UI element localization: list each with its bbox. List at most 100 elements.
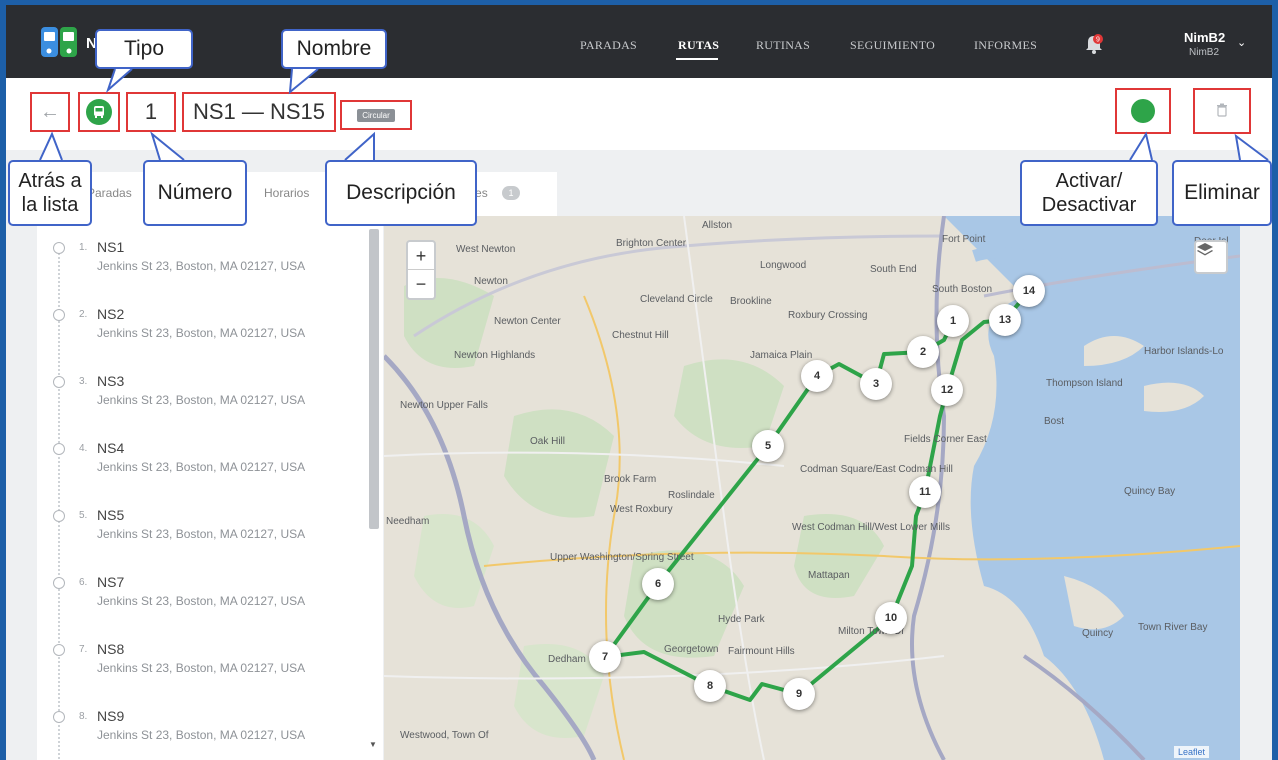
map-label: Town River Bay — [1138, 622, 1208, 633]
stop-address: Jenkins St 23, Boston, MA 02127, USA — [97, 393, 306, 407]
route-stop-marker[interactable]: 8 — [694, 670, 726, 702]
stop-index: 4. — [79, 443, 88, 454]
route-number[interactable]: 1 — [126, 92, 176, 132]
tab-unidades-count: 1 — [502, 186, 520, 200]
route-stop-marker[interactable]: 2 — [907, 336, 939, 368]
stop-circle-icon — [53, 711, 65, 723]
map-label: Longwood — [760, 260, 807, 271]
list-item[interactable]: 5. NS5 Jenkins St 23, Boston, MA 02127, US… — [37, 506, 367, 566]
route-tabs: Paradas Horarios Unidades 1 — [37, 172, 557, 216]
list-item[interactable]: 8. NS9 Jenkins St 23, Boston, MA 02127, US… — [37, 707, 367, 760]
tab-horarios[interactable]: Horarios — [264, 186, 309, 200]
stop-index: 6. — [79, 577, 88, 588]
list-item[interactable]: 1. NS1 Jenkins St 23, Boston, MA 02127, US… — [37, 238, 367, 298]
stop-name: NS1 — [97, 239, 125, 255]
callout-eliminar: Eliminar — [1172, 160, 1272, 226]
map-label: Upper Washington/Spring Street — [550, 552, 694, 563]
callout-tipo: Tipo — [95, 29, 193, 69]
route-stop-marker[interactable]: 5 — [752, 430, 784, 462]
bus-logo-icon[interactable] — [40, 25, 80, 61]
map-label: Chestnut Hill — [612, 330, 669, 341]
nav-item-rutinas[interactable]: RUTINAS — [756, 38, 810, 53]
tab-paradas[interactable]: Paradas — [87, 186, 132, 200]
stop-address: Jenkins St 23, Boston, MA 02127, USA — [97, 326, 306, 340]
description-badge: Circular — [357, 108, 395, 122]
map-label: Fort Point — [942, 234, 986, 245]
stop-index: 5. — [79, 510, 88, 521]
map-attribution[interactable]: Leaflet — [1174, 746, 1210, 758]
chevron-down-icon[interactable]: ⌄ — [1237, 36, 1246, 49]
stop-list: 1. NS1 Jenkins St 23, Boston, MA 02127, US… — [37, 216, 383, 760]
arrow-left-icon: ← — [40, 100, 60, 123]
callout-numero: Número — [143, 160, 247, 226]
map-label: Newton Highlands — [454, 350, 536, 361]
map-label: South Boston — [932, 284, 993, 295]
route-stop-marker[interactable]: 12 — [931, 374, 963, 406]
callout-activar: Activar/ Desactivar — [1020, 160, 1158, 226]
layers-icon[interactable] — [1194, 240, 1228, 274]
stop-address: Jenkins St 23, Boston, MA 02127, USA — [97, 460, 306, 474]
route-stop-marker[interactable]: 9 — [783, 678, 815, 710]
map-label: Cleveland Circle — [640, 294, 713, 305]
map-label: Fairmount Hills — [728, 646, 795, 657]
nav-item-paradas[interactable]: PARADAS — [580, 38, 637, 53]
zoom-out-button[interactable]: − — [408, 270, 434, 298]
active-nav-underline — [676, 58, 718, 60]
list-item[interactable]: 7. NS8 Jenkins St 23, Boston, MA 02127, US… — [37, 640, 367, 700]
map-label: West Newton — [456, 244, 516, 255]
map-label: Brook Farm — [604, 474, 657, 485]
route-map[interactable]: Allston Brighton Center West Newton Newton L… — [384, 216, 1240, 760]
map-label: Roxbury Crossing — [788, 310, 868, 321]
route-name[interactable]: NS1 — NS15 — [182, 92, 336, 132]
notifications-bell-icon[interactable]: 9 — [1084, 33, 1104, 55]
nav-item-seguimiento[interactable]: SEGUIMIENTO — [850, 38, 935, 53]
stop-index: 8. — [79, 711, 88, 722]
list-item[interactable]: 3. NS3 Jenkins St 23, Boston, MA 02127, US… — [37, 372, 367, 432]
stop-address: Jenkins St 23, Boston, MA 02127, USA — [97, 594, 306, 608]
map-label: Allston — [702, 220, 733, 231]
route-stop-marker[interactable]: 1 — [937, 305, 969, 337]
route-stop-marker[interactable]: 14 — [1013, 275, 1045, 307]
map-label: Newton Center — [494, 316, 561, 327]
map-label: Quincy Bay — [1124, 486, 1176, 497]
map-label: Dedham — [548, 654, 586, 665]
stop-name: NS7 — [97, 574, 125, 590]
map-label: South End — [870, 264, 917, 275]
stop-name: NS9 — [97, 708, 125, 724]
map-label: West Roxbury — [610, 504, 673, 515]
scroll-down-arrow-icon[interactable]: ▼ — [369, 740, 377, 749]
map-label: Jamaica Plain — [750, 350, 813, 361]
stop-circle-icon — [53, 443, 65, 455]
list-item[interactable]: 4. NS4 Jenkins St 23, Boston, MA 02127, US… — [37, 439, 367, 499]
callout-descripcion: Descripción — [325, 160, 477, 226]
route-stop-marker[interactable]: 6 — [642, 568, 674, 600]
stop-name: NS8 — [97, 641, 125, 657]
stop-index: 1. — [79, 242, 88, 253]
route-stop-marker[interactable]: 11 — [909, 476, 941, 508]
route-polyline — [603, 289, 1031, 702]
route-type-badge[interactable] — [78, 92, 120, 132]
map-label: Codman Square/East Codman Hill — [800, 464, 953, 475]
zoom-in-button[interactable]: + — [408, 242, 434, 270]
delete-button[interactable] — [1193, 88, 1251, 134]
nav-item-informes[interactable]: INFORMES — [974, 38, 1037, 53]
map-label: Bost — [1044, 416, 1065, 427]
route-stop-marker[interactable]: 7 — [589, 641, 621, 673]
user-name[interactable]: NimB2 — [1184, 30, 1225, 45]
back-to-list-button[interactable]: ← — [30, 92, 70, 132]
list-item[interactable]: 6. NS7 Jenkins St 23, Boston, MA 02127, US… — [37, 573, 367, 633]
route-stop-marker[interactable]: 4 — [801, 360, 833, 392]
list-item[interactable]: 2. NS2 Jenkins St 23, Boston, MA 02127, US… — [37, 305, 367, 365]
notification-count: 9 — [1096, 37, 1100, 44]
map-label: Mattapan — [808, 570, 850, 581]
trash-icon — [1216, 103, 1228, 120]
callout-nombre: Nombre — [281, 29, 387, 69]
route-stop-marker[interactable]: 10 — [875, 602, 907, 634]
route-description[interactable]: Circular — [340, 100, 412, 130]
stop-list-scrollbar[interactable] — [369, 229, 379, 529]
stop-address: Jenkins St 23, Boston, MA 02127, USA — [97, 259, 306, 273]
nav-item-rutas[interactable]: RUTAS — [678, 38, 719, 53]
route-stop-marker[interactable]: 13 — [989, 304, 1021, 336]
activate-toggle[interactable] — [1115, 88, 1171, 134]
route-stop-marker[interactable]: 3 — [860, 368, 892, 400]
